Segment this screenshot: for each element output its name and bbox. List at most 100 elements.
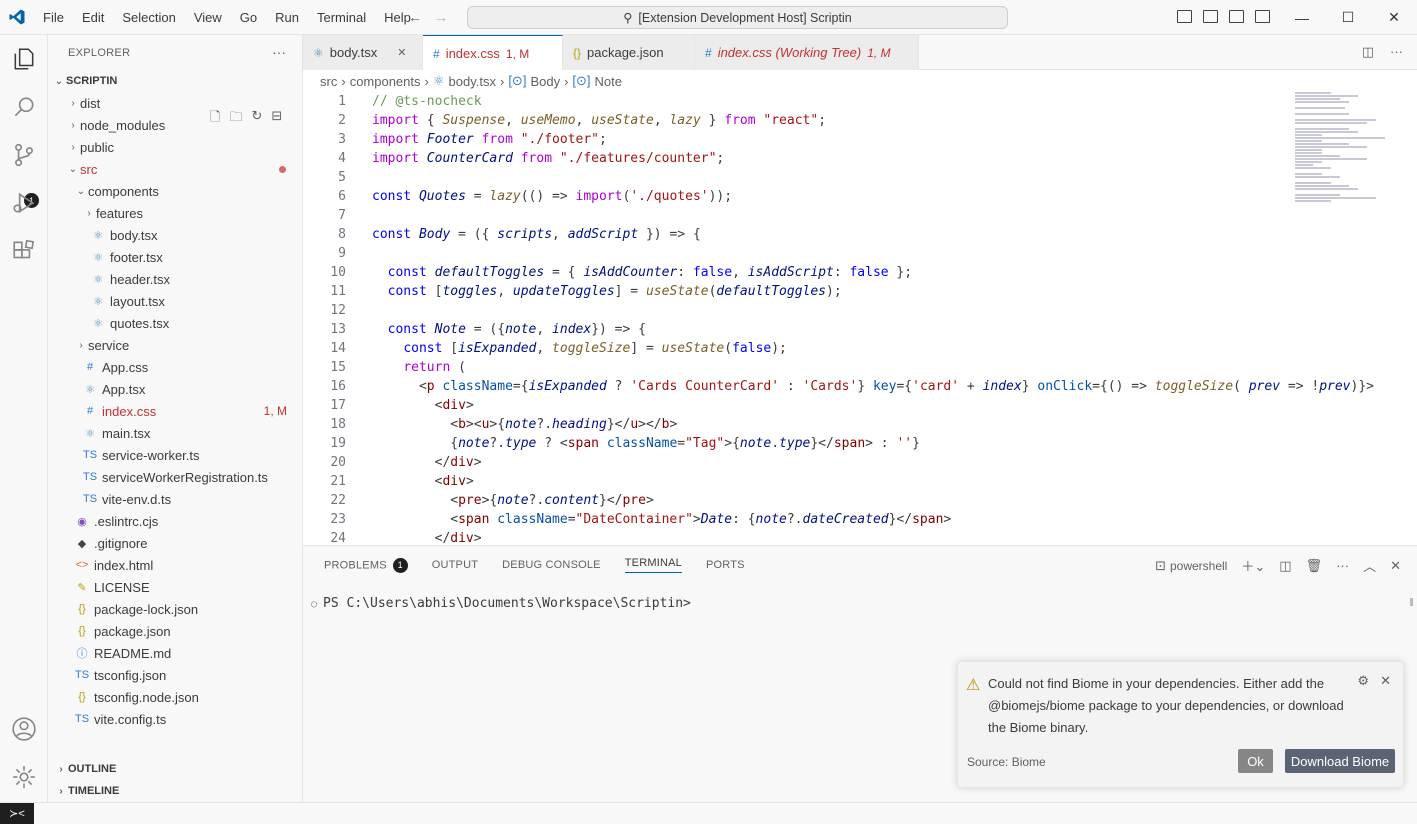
- breadcrumb-item[interactable]: components: [350, 74, 421, 89]
- close-icon[interactable]: ✕: [1380, 673, 1391, 689]
- code-line[interactable]: 22 <pre>{note?.content}</pre>: [303, 491, 1403, 510]
- file-package.json[interactable]: {} package.json: [48, 620, 303, 642]
- maximize-panel-icon[interactable]: ︿: [1363, 556, 1376, 575]
- file-quotes.tsx[interactable]: ⚛ quotes.tsx: [48, 312, 303, 334]
- folder-features[interactable]: › features: [48, 202, 303, 224]
- code-line[interactable]: 20 </div>: [303, 453, 1403, 472]
- code-line[interactable]: 1// @ts-nocheck: [303, 92, 1403, 111]
- menu-item-selection[interactable]: Selection: [113, 0, 184, 35]
- file-body.tsx[interactable]: ⚛ body.tsx: [48, 224, 303, 246]
- menu-item-terminal[interactable]: Terminal: [308, 0, 375, 35]
- run-debug-icon[interactable]: [10, 189, 38, 217]
- code-line[interactable]: 3 import Footer from "./footer";: [303, 130, 1403, 149]
- folder-src[interactable]: ⌄ src: [48, 158, 303, 180]
- close-icon[interactable]: ✕: [1371, 0, 1417, 35]
- tab-index-css[interactable]: # index.css 1, M: [423, 35, 563, 71]
- search-icon[interactable]: [10, 93, 38, 121]
- breadcrumb-item[interactable]: body.tsx: [449, 74, 496, 89]
- file-footer.tsx[interactable]: ⚛ footer.tsx: [48, 246, 303, 268]
- code-line[interactable]: 24 </div>: [303, 529, 1403, 545]
- folder-public[interactable]: › public: [48, 136, 303, 158]
- file-vite-env.d.ts[interactable]: TS vite-env.d.ts: [48, 488, 303, 510]
- outline-section[interactable]: › OUTLINE: [48, 758, 303, 780]
- file-App.tsx[interactable]: ⚛ App.tsx: [48, 378, 303, 400]
- tab-body-tsx[interactable]: ⚛ body.tsx ✕: [303, 35, 423, 70]
- file-vite.config.ts[interactable]: TS vite.config.ts: [48, 708, 303, 730]
- file-.eslintrc.cjs[interactable]: ◉ .eslintrc.cjs: [48, 510, 303, 532]
- folder-components[interactable]: ⌄ components: [48, 180, 303, 202]
- maximize-icon[interactable]: ☐: [1325, 0, 1371, 35]
- code-line[interactable]: 8 const Body = ({ scripts, addScript }) =…: [303, 225, 1403, 244]
- file-LICENSE[interactable]: ✎ LICENSE: [48, 576, 303, 598]
- tab-problems[interactable]: PROBLEMS 1: [324, 557, 408, 573]
- more-actions-icon[interactable]: ···: [272, 44, 286, 60]
- terminal-output[interactable]: ○ PS C:\Users\abhis\Documents\Workspace\S…: [311, 596, 691, 611]
- remote-indicator-icon[interactable]: ≻<: [0, 803, 34, 824]
- toggle-panel-icon[interactable]: [1202, 8, 1218, 24]
- tab-package-json[interactable]: {} package.json: [563, 35, 695, 70]
- file-header.tsx[interactable]: ⚛ header.tsx: [48, 268, 303, 290]
- code-line[interactable]: 5: [303, 168, 1403, 187]
- tab-terminal[interactable]: TERMINAL: [624, 557, 682, 573]
- tab-debug-console[interactable]: DEBUG CONSOLE: [502, 559, 601, 571]
- tab-index-css-working-tree[interactable]: # index.css (Working Tree) 1, M: [695, 35, 919, 70]
- folder-service[interactable]: › service: [48, 334, 303, 356]
- file-tsconfig.json[interactable]: TS tsconfig.json: [48, 664, 303, 686]
- minimize-icon[interactable]: —: [1279, 0, 1325, 35]
- code-line[interactable]: 7: [303, 206, 1403, 225]
- command-center[interactable]: ⚲ [Extension Development Host] Scriptin: [467, 6, 1008, 29]
- split-terminal-icon[interactable]: ◫: [1279, 558, 1291, 574]
- code-line[interactable]: 13 const Note = ({note, index}) => {: [303, 320, 1403, 339]
- minimap[interactable]: [1295, 92, 1405, 242]
- file-App.css[interactable]: # App.css: [48, 356, 303, 378]
- file-tsconfig.node.json[interactable]: {} tsconfig.node.json: [48, 686, 303, 708]
- code-line[interactable]: 14 const [isExpanded, toggleSize] = useS…: [303, 339, 1403, 358]
- code-line[interactable]: 12: [303, 301, 1403, 320]
- menu-item-run[interactable]: Run: [266, 0, 308, 35]
- file-README.md[interactable]: ⓘ README.md: [48, 642, 303, 664]
- close-panel-icon[interactable]: ✕: [1390, 558, 1401, 574]
- more-actions-icon[interactable]: ···: [1336, 558, 1349, 573]
- accounts-icon[interactable]: [10, 715, 38, 743]
- customize-layout-icon[interactable]: [1254, 8, 1270, 24]
- ok-button[interactable]: Ok: [1238, 749, 1273, 773]
- forward-arrow-icon[interactable]: →: [434, 9, 448, 25]
- code-line[interactable]: 19 {note?.type ? <span className="Tag">{…: [303, 434, 1403, 453]
- file-serviceWorkerRegistration.ts[interactable]: TS serviceWorkerRegistration.ts: [48, 466, 303, 488]
- code-line[interactable]: 21 <div>: [303, 472, 1403, 491]
- more-actions-icon[interactable]: ···: [1390, 44, 1403, 60]
- breadcrumb-item[interactable]: Body: [530, 74, 560, 89]
- explorer-icon[interactable]: [10, 45, 38, 73]
- code-line[interactable]: 18 <b><u>{note?.heading}</u></b>: [303, 415, 1403, 434]
- menu-item-go[interactable]: Go: [231, 0, 266, 35]
- code-line[interactable]: 6 const Quotes = lazy(() => import('./quo…: [303, 187, 1403, 206]
- toggle-secondary-sidebar-icon[interactable]: [1228, 8, 1244, 24]
- gear-icon[interactable]: ⚙: [1357, 673, 1369, 689]
- extensions-icon[interactable]: [10, 237, 38, 265]
- folder-node_modules[interactable]: › node_modules: [48, 114, 303, 136]
- code-line[interactable]: 2 import { Suspense, useMemo, useState, l…: [303, 111, 1403, 130]
- menu-item-view[interactable]: View: [185, 0, 231, 35]
- file-service-worker.ts[interactable]: TS service-worker.ts: [48, 444, 303, 466]
- code-line[interactable]: 10 const defaultToggles = { isAddCounter…: [303, 263, 1403, 282]
- file-.gitignore[interactable]: ◆ .gitignore: [48, 532, 303, 554]
- explorer-root[interactable]: ⌄ SCRIPTIN: [48, 70, 303, 92]
- code-line[interactable]: 15 return (: [303, 358, 1403, 377]
- file-package-lock.json[interactable]: {} package-lock.json: [48, 598, 303, 620]
- file-index.css[interactable]: # index.css 1, M: [48, 400, 303, 422]
- tab-ports[interactable]: PORTS: [706, 559, 745, 571]
- code-line[interactable]: 23 <span className="DateContainer">Date:…: [303, 510, 1403, 529]
- breadcrumb-item[interactable]: Note: [595, 74, 622, 89]
- tab-output[interactable]: OUTPUT: [432, 559, 478, 571]
- folder-dist[interactable]: › dist: [48, 92, 303, 114]
- toggle-primary-sidebar-icon[interactable]: [1176, 8, 1192, 24]
- back-arrow-icon[interactable]: ←: [408, 9, 422, 25]
- trash-icon[interactable]: 🗑: [1306, 558, 1323, 574]
- source-control-icon[interactable]: [10, 141, 38, 169]
- file-main.tsx[interactable]: ⚛ main.tsx: [48, 422, 303, 444]
- code-line[interactable]: 4 import CounterCard from "./features/cou…: [303, 149, 1403, 168]
- menu-item-file[interactable]: File: [34, 0, 73, 35]
- new-terminal-icon[interactable]: ＋⌄: [1241, 556, 1265, 575]
- shell-name[interactable]: powershell: [1170, 559, 1227, 573]
- terminal-scrollbar[interactable]: [1410, 598, 1413, 606]
